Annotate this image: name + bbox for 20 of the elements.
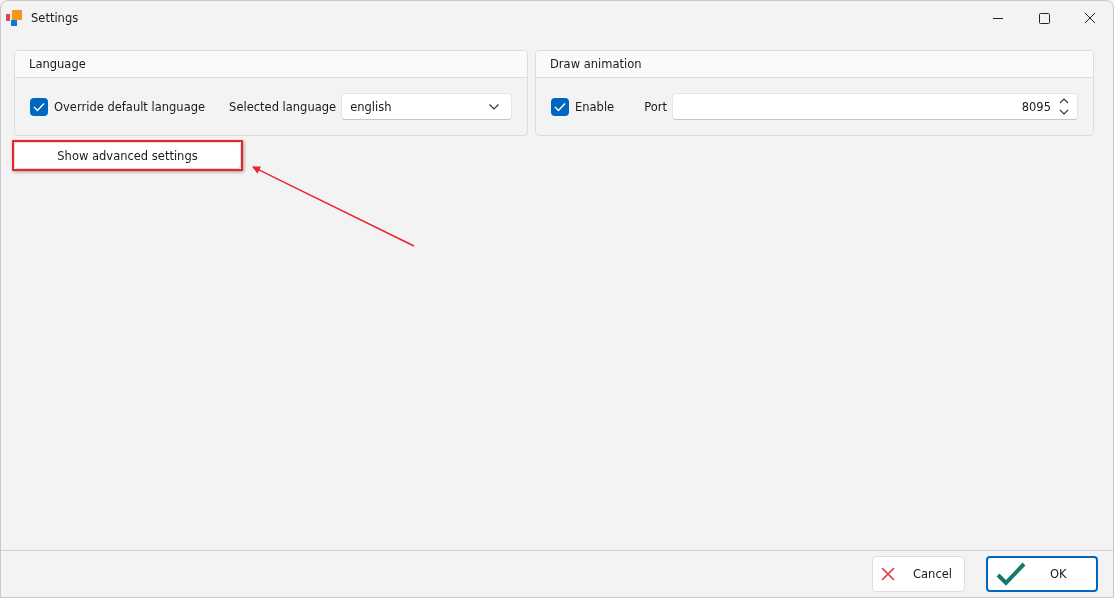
app-icon <box>6 10 23 26</box>
chevron-down-icon <box>489 103 499 110</box>
field-label: Port <box>644 99 667 114</box>
checkmark-icon <box>33 101 45 112</box>
panel-header: Draw animation <box>536 51 1093 78</box>
panel-header: Language <box>15 51 527 78</box>
port-spinner[interactable]: 8095 <box>672 93 1078 120</box>
checkbox-label: Enable <box>575 99 615 114</box>
checkbox[interactable] <box>30 97 48 116</box>
show-advanced-settings-button[interactable]: Show advanced settings <box>14 142 241 169</box>
spin-arrows-icon[interactable] <box>1059 98 1069 115</box>
checkbox-label: Override default language <box>54 99 206 114</box>
checkmark-icon <box>996 562 1026 586</box>
ok-button[interactable]: OK <box>986 556 1098 592</box>
checkmark-icon <box>554 101 566 112</box>
field-label: Selected language <box>229 99 337 114</box>
checkbox[interactable] <box>551 97 569 116</box>
cancel-button[interactable]: Cancel <box>872 556 965 592</box>
window-title: Settings <box>31 11 79 25</box>
language-dropdown[interactable]: english <box>341 93 512 120</box>
